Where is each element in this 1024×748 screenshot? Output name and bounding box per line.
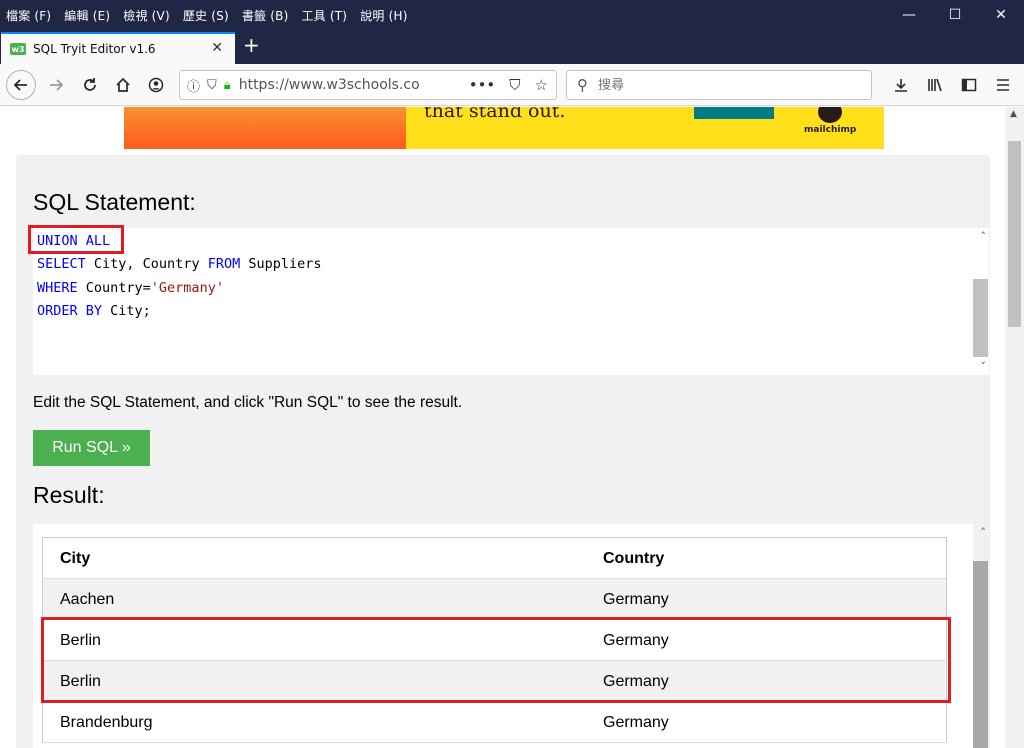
- menu-bar: 檔案 (F) 編輯 (E) 檢視 (V) 歷史 (S) 書籤 (B) 工具 (T…: [0, 7, 421, 24]
- info-icon[interactable]: ⓘ: [187, 76, 200, 95]
- menu-history[interactable]: 歷史 (S): [183, 7, 229, 24]
- menu-bookmarks[interactable]: 書籤 (B): [242, 7, 289, 24]
- url-text[interactable]: https://www.w3schools.co: [239, 77, 424, 93]
- menu-tools[interactable]: 工具 (T): [301, 7, 347, 24]
- scroll-down-icon[interactable]: ˅: [981, 360, 987, 373]
- cell-city: Brandenburg: [60, 714, 153, 731]
- menu-help[interactable]: 說明 (H): [360, 7, 407, 24]
- ad-brand: mailchimp: [804, 125, 857, 135]
- scroll-up-icon[interactable]: ▲: [1010, 109, 1017, 119]
- ad-image: [124, 107, 406, 149]
- search-bar[interactable]: ⚲: [566, 70, 872, 100]
- berlin-rows-highlight-box: [41, 617, 951, 703]
- page-scroll-thumb[interactable]: [1008, 141, 1021, 327]
- back-arrow-icon: [13, 79, 27, 91]
- page-scrollbar[interactable]: ▲: [1005, 107, 1024, 748]
- column-header-city: City: [60, 550, 91, 567]
- sidebar-icon[interactable]: [952, 71, 986, 99]
- run-sql-button[interactable]: Run SQL »: [33, 430, 150, 466]
- tab-close-icon[interactable]: ✕: [211, 40, 223, 56]
- toolbar-right: [884, 71, 1020, 99]
- code-line-4: ORDER BY City;: [37, 303, 151, 319]
- reload-icon: [84, 78, 96, 91]
- table-header-row: City Country: [43, 538, 946, 579]
- title-bar: 檔案 (F) 編輯 (E) 檢視 (V) 歷史 (S) 書籤 (B) 工具 (T…: [0, 0, 1024, 30]
- forward-button[interactable]: [42, 71, 70, 99]
- editor-scroll-thumb[interactable]: [973, 279, 988, 357]
- search-input[interactable]: [598, 77, 838, 93]
- cell-country: Germany: [603, 714, 669, 731]
- maximize-button[interactable]: ☐: [932, 0, 978, 30]
- table-row: Brandenburg Germany: [43, 702, 946, 743]
- library-icon[interactable]: [918, 71, 952, 99]
- editor-scrollbar[interactable]: ˄ ˅: [973, 228, 989, 375]
- account-button[interactable]: [142, 71, 170, 99]
- bookmark-star-icon[interactable]: ☆: [535, 76, 548, 94]
- cell-city: Aachen: [60, 591, 115, 608]
- forward-arrow-icon: [50, 79, 64, 91]
- tab-sql-tryit[interactable]: w3 SQL Tryit Editor v1.6 ✕: [1, 32, 235, 64]
- result-scrollbar[interactable]: ˄: [973, 524, 989, 748]
- ad-text: that stand out.: [424, 107, 566, 122]
- mailchimp-logo-icon: [818, 107, 842, 123]
- url-bar[interactable]: ⓘ ⛉ 🔒︎ https://www.w3schools.co ••• ⛉ ☆: [179, 70, 557, 100]
- sql-statement-heading: SQL Statement:: [33, 189, 196, 215]
- instruction-text: Edit the SQL Statement, and click "Run S…: [33, 394, 463, 411]
- minimize-button[interactable]: —: [886, 0, 932, 30]
- sql-editor[interactable]: UNION ALL SELECT City, Country FROM Supp…: [33, 228, 989, 375]
- union-all-highlight-box: [28, 225, 124, 254]
- window-controls: — ☐ ✕: [886, 0, 1024, 30]
- home-button[interactable]: [109, 71, 137, 99]
- code-line-2: SELECT City, Country FROM Suppliers: [37, 256, 322, 272]
- result-heading: Result:: [33, 482, 105, 508]
- close-window-button[interactable]: ✕: [978, 0, 1024, 30]
- tab-title: SQL Tryit Editor v1.6: [33, 42, 156, 56]
- home-icon: [116, 77, 130, 92]
- result-scroll-thumb[interactable]: [973, 561, 988, 748]
- scroll-up-icon[interactable]: ˄: [981, 526, 987, 539]
- reload-button[interactable]: [76, 71, 104, 99]
- pocket-icon[interactable]: ⛉: [509, 76, 520, 94]
- menu-file[interactable]: 檔案 (F): [6, 7, 51, 24]
- code-line-3: WHERE Country='Germany': [37, 280, 224, 296]
- search-icon: ⚲: [577, 76, 588, 94]
- tab-strip: w3 SQL Tryit Editor v1.6 ✕ +: [0, 30, 1024, 64]
- tryit-panel: SQL Statement: UNION ALL SELECT City, Co…: [16, 155, 990, 748]
- scroll-up-icon[interactable]: ˄: [981, 230, 987, 243]
- ad-cta-button[interactable]: [694, 107, 774, 119]
- advertisement-banner[interactable]: that stand out. mailchimp: [124, 107, 884, 149]
- hamburger-menu-icon[interactable]: [986, 71, 1020, 99]
- download-icon[interactable]: [884, 71, 918, 99]
- tracking-shield-icon[interactable]: ⛉: [207, 78, 217, 93]
- page-actions-icon[interactable]: •••: [469, 76, 496, 94]
- menu-view[interactable]: 檢視 (V): [123, 7, 170, 24]
- column-header-country: Country: [603, 550, 665, 567]
- cell-country: Germany: [603, 591, 669, 608]
- w3schools-favicon-icon: w3: [10, 43, 26, 55]
- account-icon: [148, 77, 164, 93]
- navigation-bar: ⓘ ⛉ 🔒︎ https://www.w3schools.co ••• ⛉ ☆ …: [0, 64, 1024, 106]
- new-tab-button[interactable]: +: [243, 35, 260, 55]
- menu-edit[interactable]: 編輯 (E): [64, 7, 110, 24]
- back-button[interactable]: [6, 70, 36, 100]
- page-content: that stand out. mailchimp SQL Statement:…: [0, 107, 1005, 748]
- lock-icon[interactable]: 🔒︎: [224, 78, 231, 93]
- table-row: Aachen Germany: [43, 579, 946, 620]
